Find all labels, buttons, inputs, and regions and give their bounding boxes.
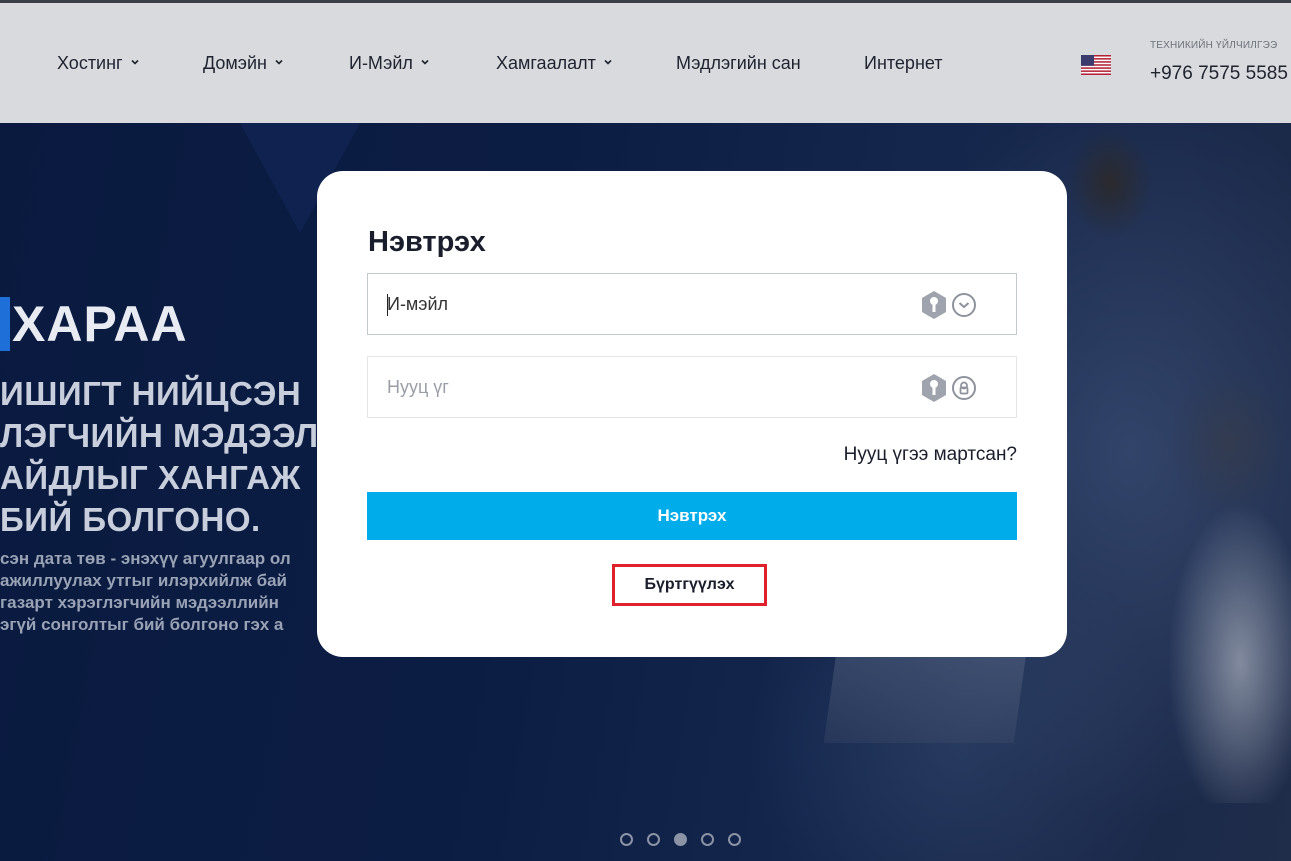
password-lock-icon[interactable] xyxy=(951,375,977,401)
hero-photo-desk xyxy=(823,653,1027,743)
register-button[interactable]: Бүртгүүлэх xyxy=(612,564,767,606)
hero-title-accent xyxy=(0,297,10,351)
nav-domain[interactable]: Домэйн xyxy=(203,53,283,74)
hero-description: сэн дата төв - энэхүү агуулгаар ол ажилл… xyxy=(0,548,291,636)
hero-photo-person xyxy=(1150,323,1291,803)
login-button[interactable]: Нэвтрэх xyxy=(367,492,1017,540)
password-manager-key-icon[interactable] xyxy=(920,373,948,403)
hero-title: ХАРАА xyxy=(12,296,188,352)
text-caret xyxy=(387,294,388,316)
slider-dot[interactable] xyxy=(701,833,714,846)
email-field-wrapper xyxy=(367,273,1017,335)
hero-description-line: ажиллуулах утгыг илэрхийлж бай xyxy=(0,571,287,590)
nav-security[interactable]: Хамгаалалт xyxy=(496,53,612,74)
nav-hosting[interactable]: Хостинг xyxy=(57,53,139,74)
hero-description-line: эгүй сонголтыг бий болгоно гэх а xyxy=(0,615,284,634)
hero-headline-line: БИЙ БОЛГОНО. xyxy=(0,501,261,538)
support-label: ТЕХНИКИЙН ҮЙЛЧИЛГЭЭ xyxy=(1150,40,1278,51)
autofill-chevron-icon[interactable] xyxy=(951,292,977,318)
hero-headline: ИШИГТ НИЙЦСЭН ЛЭГЧИЙН МЭДЭЭЛ АЙДЛЫГ ХАНГ… xyxy=(0,373,318,541)
nav-knowledge-base[interactable]: Мэдлэгийн сан xyxy=(676,53,801,74)
password-input[interactable] xyxy=(368,357,908,417)
password-field-wrapper xyxy=(367,356,1017,418)
chevron-down-icon xyxy=(131,58,139,66)
slider-dot[interactable] xyxy=(620,833,633,846)
forgot-password-link[interactable]: Нууц үгээ мартсан? xyxy=(844,444,1017,466)
login-modal: Нэвтрэх И-мэйл Нууц үгээ мартсан? Нэвтрэ… xyxy=(317,171,1067,657)
password-manager-key-icon[interactable] xyxy=(920,290,948,320)
slider-dot[interactable] xyxy=(728,833,741,846)
nav-internet[interactable]: Интернет xyxy=(864,53,943,74)
hero-headline-line: АЙДЛЫГ ХАНГАЖ xyxy=(0,459,301,496)
site-header: Хостинг Домэйн И-Мэйл Хамгаалалт Мэдлэги… xyxy=(0,3,1291,123)
support-phone[interactable]: +976 7575 5585 xyxy=(1150,63,1288,85)
chevron-down-icon xyxy=(275,58,283,66)
login-title: Нэвтрэх xyxy=(368,226,486,258)
nav-knowledge-base-label: Мэдлэгийн сан xyxy=(676,53,801,73)
hero-headline-line: ИШИГТ НИЙЦСЭН xyxy=(0,375,302,412)
hero-description-line: сэн дата төв - энэхүү агуулгаар ол xyxy=(0,549,291,568)
slider-dot[interactable] xyxy=(647,833,660,846)
nav-email-label: И-Мэйл xyxy=(349,53,413,73)
nav-domain-label: Домэйн xyxy=(203,53,267,73)
slider-dots xyxy=(620,833,741,846)
chevron-down-icon xyxy=(421,58,429,66)
us-flag-icon[interactable] xyxy=(1081,55,1111,75)
nav-internet-label: Интернет xyxy=(864,53,943,73)
nav-hosting-label: Хостинг xyxy=(57,53,123,73)
slider-dot-active[interactable] xyxy=(674,833,687,846)
nav-email[interactable]: И-Мэйл xyxy=(349,53,429,74)
chevron-down-icon xyxy=(604,58,612,66)
nav-security-label: Хамгаалалт xyxy=(496,53,596,73)
hero-description-line: газарт хэрэглэгчийн мэдээллийн xyxy=(0,593,279,612)
email-input[interactable] xyxy=(368,274,908,334)
hero-headline-line: ЛЭГЧИЙН МЭДЭЭЛ xyxy=(0,417,319,454)
